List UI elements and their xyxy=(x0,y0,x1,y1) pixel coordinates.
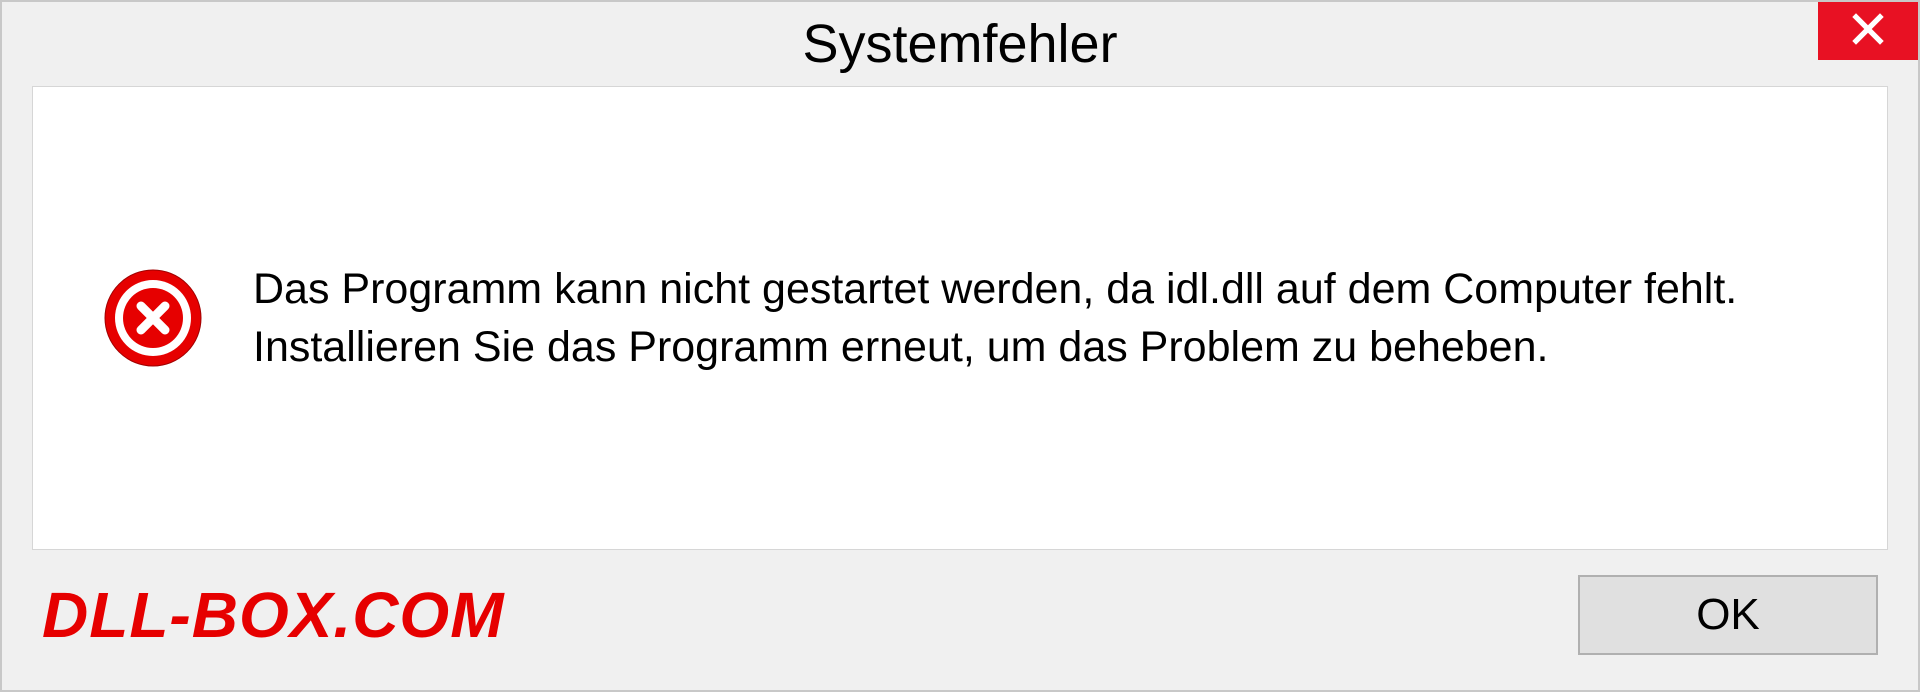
dialog-footer: DLL-BOX.COM OK xyxy=(2,550,1918,690)
titlebar: Systemfehler xyxy=(2,2,1918,86)
close-button[interactable] xyxy=(1818,2,1918,60)
dialog-body: Das Programm kann nicht gestartet werden… xyxy=(32,86,1888,550)
ok-button[interactable]: OK xyxy=(1578,575,1878,655)
watermark-text: DLL-BOX.COM xyxy=(42,578,505,652)
error-icon xyxy=(103,268,203,368)
error-message: Das Programm kann nicht gestartet werden… xyxy=(253,260,1817,376)
dialog-title: Systemfehler xyxy=(802,13,1117,75)
close-icon xyxy=(1850,11,1886,52)
error-dialog: Systemfehler Das Programm kann nicht ges… xyxy=(0,0,1920,692)
